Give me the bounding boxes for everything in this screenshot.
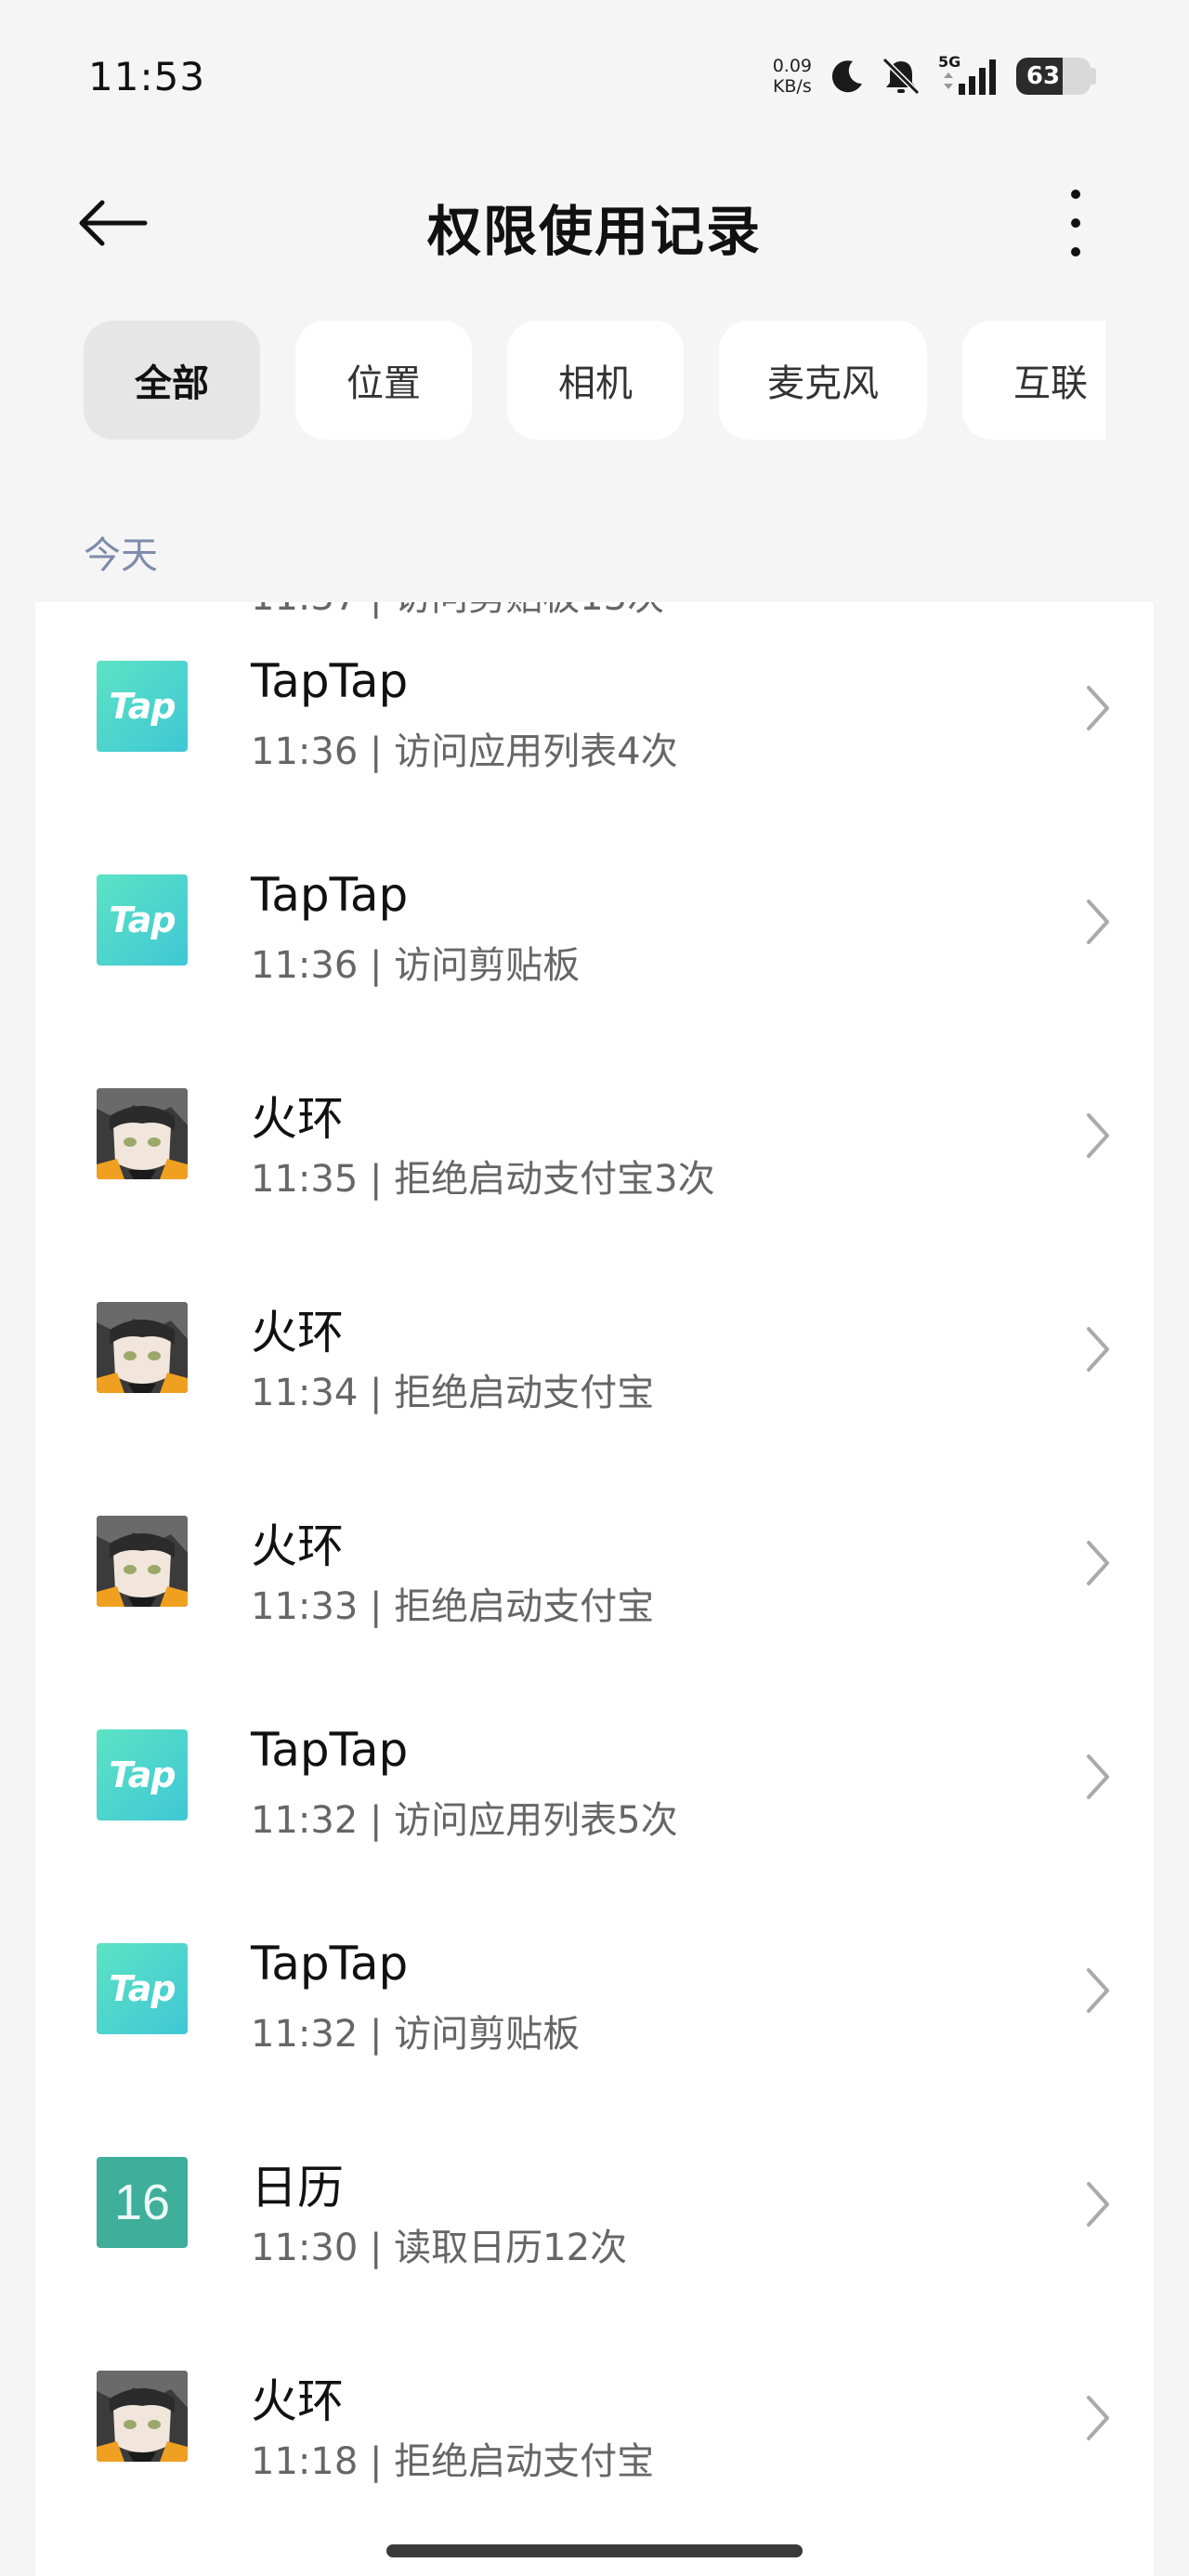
record-app-name: TapTap: [251, 654, 409, 708]
anime-avatar-icon: [97, 1516, 188, 1607]
net-speed-value: 0.09: [772, 56, 812, 76]
chevron-right-icon: [1087, 1755, 1109, 1799]
record-row[interactable]: Tap TapTap 11:32 | 访问应用列表5次: [35, 1671, 1154, 1885]
record-app-name: TapTap: [251, 1723, 409, 1777]
more-dot-icon: [1071, 218, 1080, 228]
filter-chip[interactable]: 位置: [295, 321, 472, 440]
record-app-name: TapTap: [251, 1937, 409, 1991]
home-indicator[interactable]: [386, 2544, 803, 2557]
more-dot-icon: [1071, 190, 1080, 199]
chevron-right-icon: [1087, 1113, 1109, 1158]
record-row[interactable]: Tap TapTap 11:36 | 访问剪贴板: [35, 816, 1154, 1030]
status-bar: 11:53 0.09 KB/s 5G 63: [0, 0, 1189, 139]
record-row[interactable]: 火环 11:33 | 拒绝启动支付宝: [35, 1457, 1154, 1671]
calendar-icon: 16: [97, 2157, 188, 2248]
filter-chip[interactable]: 全部: [84, 321, 260, 440]
moon-icon: [831, 60, 862, 93]
record-detail: 11:35 | 拒绝启动支付宝3次: [251, 1158, 715, 1201]
filter-chip[interactable]: 麦克风: [719, 321, 927, 440]
status-time: 11:53: [88, 54, 206, 99]
record-detail: 11:30 | 读取日历12次: [251, 2227, 628, 2269]
signal-5g-icon: 5G: [938, 54, 996, 95]
chevron-right-icon: [1087, 686, 1109, 730]
battery-percent: 63: [1026, 62, 1061, 90]
record-app-name: 火环: [251, 1306, 344, 1360]
chevron-right-icon: [1087, 1327, 1109, 1372]
record-row[interactable]: Tap TapTap 11:32 | 访问剪贴板: [35, 1885, 1154, 2098]
chevron-right-icon: [1087, 1968, 1109, 2013]
net-speed-unit: KB/s: [772, 76, 812, 97]
permission-record-list[interactable]: 11:37 | 访问剪贴板13次 TapTapTap11:36 | 访问应用列表…: [35, 602, 1154, 2576]
record-row[interactable]: 16 日历 11:30 | 读取日历12次: [35, 2098, 1154, 2312]
record-row[interactable]: Tap TapTap 11:36 | 访问应用列表4次: [35, 602, 1154, 816]
more-dot-icon: [1071, 247, 1080, 256]
battery-cap: [1091, 68, 1096, 85]
record-app-name: 火环: [251, 1092, 344, 1146]
network-type-label: 5G: [938, 54, 960, 71]
record-row[interactable]: 火环 11:18 | 拒绝启动支付宝: [35, 2312, 1154, 2526]
taptap-icon: Tap: [97, 661, 188, 752]
chevron-right-icon: [1087, 1541, 1109, 1585]
anime-avatar-icon: [97, 1302, 188, 1393]
anime-avatar-icon: [97, 2371, 188, 2462]
chevron-right-icon: [1087, 2396, 1109, 2440]
filter-chips: 全部 位置 相机 麦克风 互联: [84, 321, 1105, 440]
record-detail: 11:32 | 访问剪贴板: [251, 2013, 581, 2056]
app-header: 权限使用记录: [0, 158, 1189, 288]
record-app-name: 日历: [251, 2161, 344, 2215]
battery-icon: 63: [1016, 58, 1091, 95]
record-app-name: 火环: [251, 1519, 344, 1573]
record-detail: 11:18 | 拒绝启动支付宝: [251, 2440, 655, 2483]
filter-chip[interactable]: 相机: [507, 321, 684, 440]
page-title: 权限使用记录: [426, 200, 762, 263]
anime-avatar-icon: [97, 1088, 188, 1179]
record-detail: 11:36 | 访问剪贴板: [251, 944, 581, 987]
taptap-icon-text: Tap: [109, 1755, 176, 1795]
taptap-icon: Tap: [97, 1729, 188, 1820]
net-speed: 0.09 KB/s: [773, 56, 812, 97]
bell-muted-icon: [882, 57, 921, 96]
taptap-icon: Tap: [97, 1943, 188, 2034]
record-row[interactable]: 火环 11:34 | 拒绝启动支付宝: [35, 1243, 1154, 1457]
record-app-name: TapTap: [251, 868, 409, 922]
record-detail: 11:33 | 拒绝启动支付宝: [251, 1585, 655, 1628]
taptap-icon: Tap: [97, 874, 188, 966]
section-label-today: 今天: [84, 534, 158, 577]
calendar-icon-day: 16: [113, 2175, 171, 2230]
record-row[interactable]: 火环 11:35 | 拒绝启动支付宝3次: [35, 1030, 1154, 1243]
record-app-name: 火环: [251, 2374, 344, 2428]
more-options-button[interactable]: [1065, 190, 1087, 256]
record-detail: 11:32 | 访问应用列表5次: [251, 1799, 678, 1842]
record-detail: 11:36 | 访问应用列表4次: [251, 730, 678, 773]
filter-chip[interactable]: 互联: [962, 321, 1105, 440]
taptap-icon-text: Tap: [109, 686, 176, 727]
chevron-right-icon: [1087, 2182, 1109, 2227]
taptap-icon-text: Tap: [109, 1968, 176, 2009]
chevron-right-icon: [1087, 900, 1109, 944]
taptap-icon-text: Tap: [109, 900, 176, 940]
status-icons: 0.09 KB/s 5G 63: [773, 48, 1096, 104]
filter-bar[interactable]: 全部 位置 相机 麦克风 互联: [84, 321, 1105, 440]
record-detail: 11:34 | 拒绝启动支付宝: [251, 1372, 655, 1414]
